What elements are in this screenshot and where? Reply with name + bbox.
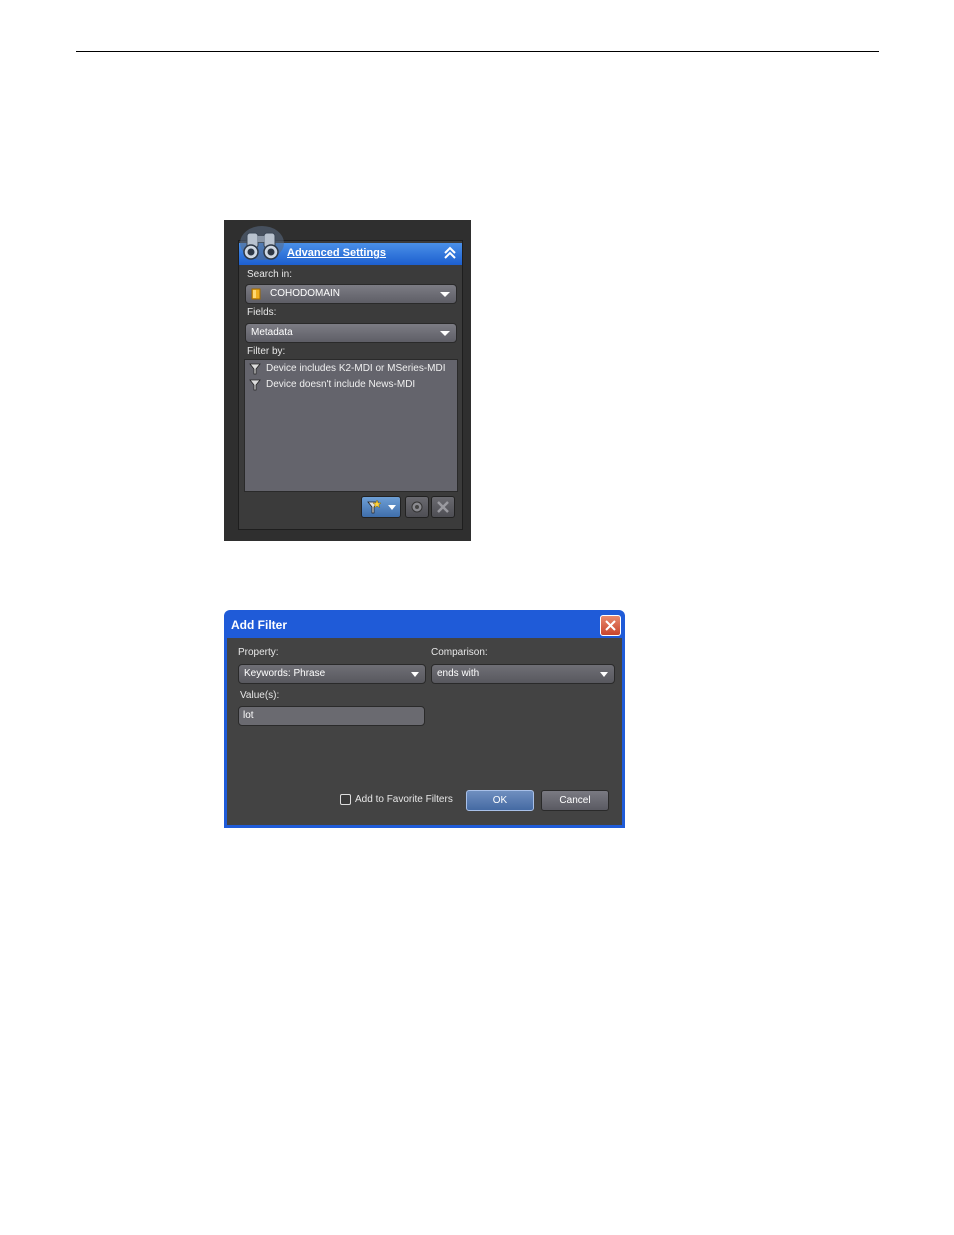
property-dropdown[interactable]: Keywords: Phrase bbox=[238, 664, 426, 684]
search-in-value: COHODOMAIN bbox=[270, 288, 340, 299]
add-filter-dialog: Add Filter Property: Keywords: Phrase Co… bbox=[224, 610, 625, 828]
filter-item-label: Device includes K2-MDI or MSeries-MDI bbox=[266, 363, 446, 374]
gear-icon bbox=[411, 501, 423, 513]
advanced-settings-title[interactable]: Advanced Settings bbox=[287, 247, 386, 259]
close-button[interactable] bbox=[600, 615, 621, 636]
folder-icon bbox=[251, 288, 261, 300]
fields-dropdown[interactable]: Metadata bbox=[245, 323, 457, 343]
cancel-button[interactable]: Cancel bbox=[541, 790, 609, 811]
search-in-dropdown[interactable]: COHODOMAIN bbox=[245, 284, 457, 304]
delete-filter-button[interactable] bbox=[431, 496, 455, 518]
edit-filter-button[interactable] bbox=[405, 496, 429, 518]
chevron-down-icon bbox=[411, 672, 419, 677]
chevron-up-double-icon[interactable] bbox=[442, 245, 458, 261]
binoculars-icon bbox=[240, 226, 284, 260]
page-top-rule bbox=[76, 51, 879, 52]
chevron-down-icon bbox=[440, 292, 450, 297]
delete-icon bbox=[437, 501, 449, 513]
filter-item-label: Device doesn't include News-MDI bbox=[266, 379, 416, 390]
values-input[interactable]: lot bbox=[238, 706, 425, 726]
favorite-filters-checkbox[interactable] bbox=[340, 794, 351, 805]
property-value: Keywords: Phrase bbox=[244, 668, 326, 679]
search-in-label: Search in: bbox=[247, 269, 293, 280]
comparison-dropdown[interactable]: ends with bbox=[431, 664, 615, 684]
fields-value: Metadata bbox=[251, 327, 293, 338]
add-filter-button[interactable] bbox=[361, 496, 401, 518]
chevron-down-icon bbox=[440, 331, 450, 336]
chevron-down-icon bbox=[600, 672, 608, 677]
comparison-value: ends with bbox=[437, 668, 480, 679]
filter-list[interactable]: Device includes K2-MDI or MSeries-MDI De… bbox=[244, 359, 458, 492]
comparison-label: Comparison: bbox=[431, 647, 488, 658]
dialog-body: Property: Keywords: Phrase Comparison: e… bbox=[227, 638, 622, 825]
property-label: Property: bbox=[238, 647, 279, 658]
dialog-title: Add Filter bbox=[231, 618, 287, 632]
funnel-icon bbox=[249, 363, 261, 375]
advanced-settings-body: Advanced Settings Search in: COHODOMAIN … bbox=[238, 240, 463, 530]
funnel-icon bbox=[249, 379, 261, 391]
fields-label: Fields: bbox=[247, 307, 277, 318]
add-filter-icon bbox=[367, 499, 382, 514]
values-label: Value(s): bbox=[240, 690, 280, 701]
close-icon bbox=[605, 620, 616, 631]
advanced-settings-panel: Advanced Settings Search in: COHODOMAIN … bbox=[224, 220, 471, 541]
values-input-text: lot bbox=[243, 710, 254, 721]
filter-by-label: Filter by: bbox=[247, 346, 286, 357]
favorite-filters-label[interactable]: Add to Favorite Filters bbox=[355, 794, 453, 805]
ok-button[interactable]: OK bbox=[466, 790, 534, 811]
chevron-down-icon bbox=[388, 505, 396, 510]
